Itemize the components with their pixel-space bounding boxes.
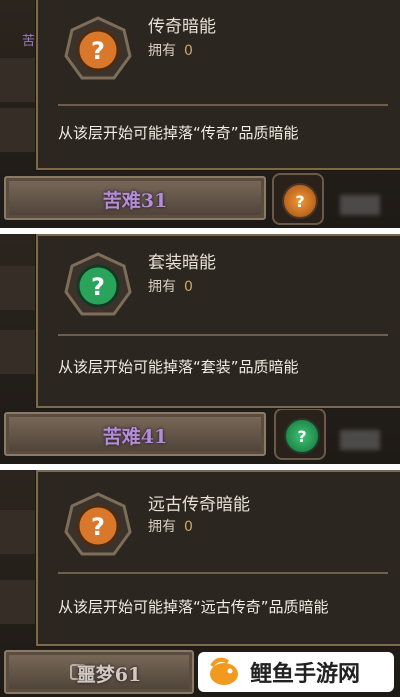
floor-label: 苦难31 — [102, 190, 168, 212]
owned-count: 拥有 0 — [148, 516, 193, 536]
floor-label: 苦难41 — [102, 426, 168, 448]
tooltip-description: 从该层开始可能掉落“远古传奇”品质暗能 — [58, 598, 329, 616]
divider — [58, 334, 388, 336]
owned-count: 拥有 0 — [148, 40, 193, 60]
tooltip-title: 远古传奇暗能 — [148, 495, 250, 515]
blurred-text — [340, 195, 380, 215]
divider — [58, 572, 388, 574]
green-gem-icon: ? — [284, 418, 320, 454]
green-gem-icon: ? — [64, 252, 132, 316]
tooltip: ? 传奇暗能 拥有 0 从该层开始可能掉落“传奇”品质暗能 — [36, 0, 400, 170]
site-watermark: 鲤鱼手游网 — [198, 652, 394, 692]
orange-gem-icon: ? — [282, 183, 318, 219]
panel-set: 苦难41 ? ? 套装暗能 拥有 0 从该层开始可能掉落“套装”品质暗能 — [0, 234, 400, 464]
watermark-text: 鲤鱼手游网 — [250, 662, 361, 687]
owned-label: 拥有 — [148, 43, 176, 59]
tooltip-title: 传奇暗能 — [148, 17, 216, 37]
tooltip: ? 套装暗能 拥有 0 从该层开始可能掉落“套装”品质暗能 — [36, 234, 400, 408]
svg-text:?: ? — [91, 37, 105, 65]
svg-text:?: ? — [91, 273, 105, 301]
tooltip: ? 远古传奇暗能 拥有 0 从该层开始可能掉落“远古传奇”品质暗能 — [36, 470, 400, 646]
owned-count: 拥有 0 — [148, 276, 193, 296]
floor-button[interactable]: 苦难31 — [4, 176, 266, 220]
owned-value: 0 — [184, 43, 193, 59]
owned-label: 拥有 — [148, 279, 176, 295]
tooltip-description: 从该层开始可能掉落“传奇”品质暗能 — [58, 124, 299, 142]
owned-label: 拥有 — [148, 519, 176, 535]
orange-gem-icon: ? — [64, 16, 132, 80]
tooltip-title: 套装暗能 — [148, 253, 216, 273]
panel-legendary: 苦难 苦难31 ? ? 传奇暗能 拥有 0 从该层开始可能掉落“传奇”品质暗能 — [0, 0, 400, 228]
svg-text:?: ? — [91, 513, 105, 541]
reward-slot[interactable]: ? — [272, 173, 324, 225]
floor-label: 噩梦61 — [76, 664, 142, 686]
owned-value: 0 — [184, 279, 193, 295]
floor-button[interactable]: 苦难41 — [4, 412, 266, 456]
tooltip-description: 从该层开始可能掉落“套装”品质暗能 — [58, 358, 299, 376]
orange-gem-icon: ? — [64, 492, 132, 556]
owned-value: 0 — [184, 519, 193, 535]
blurred-text — [340, 430, 380, 450]
carp-logo-icon — [206, 654, 242, 690]
reward-slot[interactable]: ? — [274, 408, 326, 460]
floor-button[interactable]: 噩梦61 — [4, 650, 194, 694]
divider — [58, 104, 388, 106]
